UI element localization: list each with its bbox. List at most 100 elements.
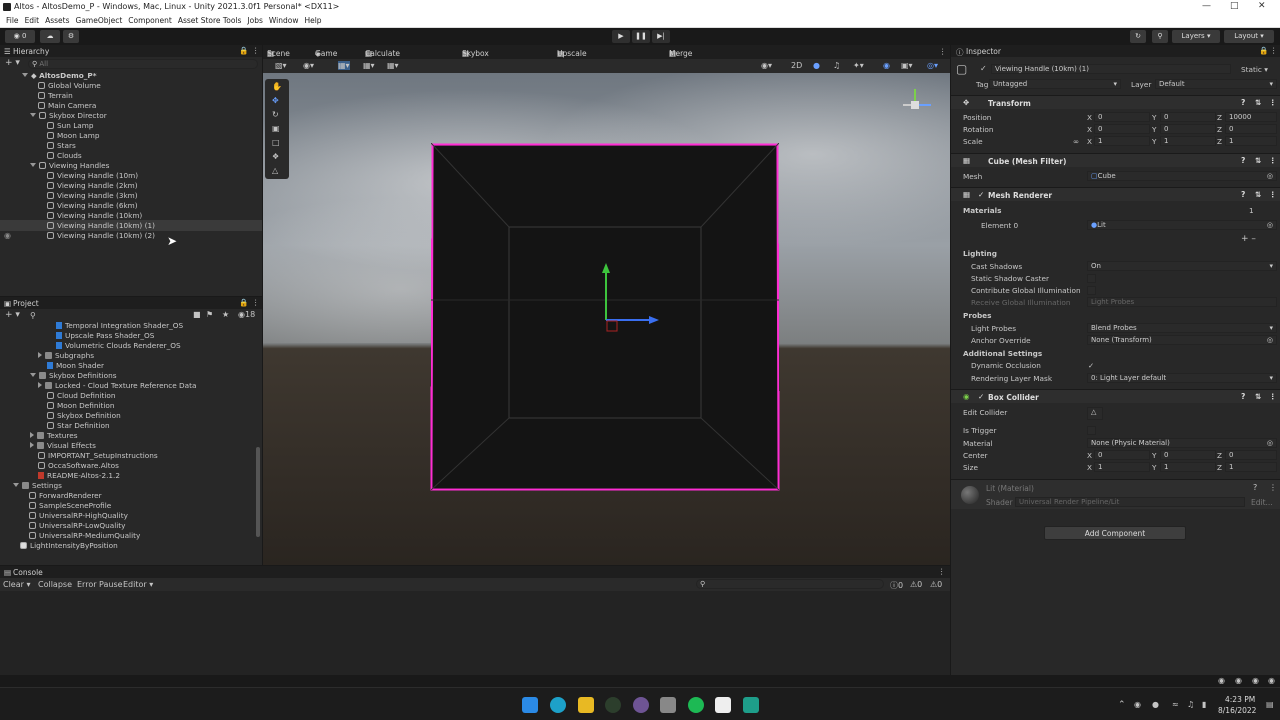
object-picker-icon[interactable]: ◎ [1267,439,1273,447]
project-scrollbar[interactable] [256,447,260,537]
contribute-gi-checkbox[interactable] [1087,286,1096,295]
move-gizmo[interactable] [593,258,673,338]
box-collider-header[interactable]: ◉ ✓ Box Collider ? ⇅ ⋮ [951,389,1280,403]
project-folder[interactable]: Visual Effects [30,441,96,451]
snap-increment-icon[interactable]: ▦▾ [387,61,399,70]
static-toggle[interactable]: Static ▾ [1241,65,1268,74]
anchor-override-field[interactable]: None (Transform) ◎ [1087,335,1277,345]
hidden-objects-icon[interactable]: ◉ [883,61,890,70]
grid-snap-icon[interactable]: ▦▾ [338,61,350,70]
project-item[interactable]: Volumetric Clouds Renderer_OS [56,341,181,351]
2d-toggle-icon[interactable]: 2D [791,61,802,70]
cast-shadows-dropdown[interactable]: On ▾ [1087,261,1277,271]
effects-toggle-icon[interactable]: ✦▾ [853,61,864,70]
expand-icon[interactable] [30,163,36,167]
tray-app-icon[interactable]: ◉ [1134,700,1141,709]
inspector-title[interactable]: Inspector [966,47,1001,56]
unity-hub-icon[interactable] [743,697,759,713]
filter-label-icon[interactable]: ⚑ [206,310,213,319]
mesh-renderer-header[interactable]: ▦ ✓ Mesh Renderer ? ⇅ ⋮ [951,187,1280,201]
status-icon-3[interactable]: ◉ [1252,676,1259,685]
preset-icon[interactable]: ⇅ [1255,98,1261,107]
help-icon[interactable]: ? [1241,98,1245,107]
grid-icon[interactable]: ▦▾ [363,61,375,70]
hierarchy-item[interactable]: Skybox Director [30,111,107,121]
mesh-field[interactable]: ▢Cube ◎ [1087,171,1277,181]
status-icon-2[interactable]: ◉ [1235,676,1242,685]
material-section[interactable]: Lit (Material) Shader Universal Render P… [951,479,1280,509]
center-y-field[interactable]: 0 [1160,450,1216,460]
project-item[interactable]: ForwardRenderer [29,491,102,501]
history-button[interactable]: ↻ [1130,30,1146,43]
volume-icon[interactable]: ♫ [1187,700,1194,709]
menu-kebab-icon[interactable]: ⋮ [938,567,946,576]
search-icon[interactable]: ⚲ [30,311,36,320]
project-item[interactable]: IMPORTANT_SetupInstructions [38,451,158,461]
menu-kebab-icon[interactable]: ⋮ [1270,46,1278,55]
hierarchy-item[interactable]: Viewing Handle (10km) (2) [47,231,155,241]
position-y-field[interactable]: 0 [1160,112,1216,122]
component-menu-icon[interactable]: ⋮ [1269,156,1277,165]
object-name-field[interactable]: Viewing Handle (10km) (1) [991,64,1231,74]
rotation-z-field[interactable]: 0 [1225,124,1277,134]
project-item[interactable]: LightIntensityByPosition [20,541,118,551]
help-icon[interactable]: ? [1241,392,1245,401]
menu-asset-store-tools[interactable]: Asset Store Tools [178,16,242,25]
menu-assets[interactable]: Assets [45,16,69,25]
collab-button[interactable]: ⚙ [63,30,79,43]
constrain-proportions-icon[interactable]: ∞ [1073,137,1079,146]
project-folder[interactable]: Textures [30,431,78,441]
shader-edit-button[interactable]: Edit... [1251,498,1273,507]
scene-viewport[interactable]: ✋ ✥ ↻ ▣ □ ❖ △ [263,73,950,565]
rotation-y-field[interactable]: 0 [1160,124,1216,134]
component-menu-icon[interactable]: ⋮ [1269,483,1277,492]
clock-time[interactable]: 4:23 PM [1225,695,1255,704]
mesh-filter-header[interactable]: ▦ Cube (Mesh Filter) ? ⇅ ⋮ [951,153,1280,167]
object-picker-icon[interactable]: ◎ [1267,336,1273,344]
favorite-icon[interactable]: ★ [222,310,229,319]
hierarchy-item[interactable]: Viewing Handles [30,161,109,171]
active-checkbox[interactable]: ✓ [980,64,987,73]
hierarchy-title[interactable]: Hierarchy [13,47,49,56]
pause-button[interactable]: ❚❚ [632,30,650,43]
hierarchy-item-selected[interactable]: Viewing Handle (10km) (1) [47,221,155,231]
hierarchy-item[interactable]: Main Camera [38,101,96,111]
hierarchy-item[interactable]: Global Volume [38,81,101,91]
console-search-input[interactable]: ⚲ [696,579,884,589]
rect-tool-icon[interactable]: □ [272,138,280,147]
project-item[interactable]: Moon Definition [47,401,115,411]
tray-chevron-icon[interactable]: ⌃ [1118,700,1126,710]
app-icon[interactable] [660,697,676,713]
project-item[interactable]: Cloud Definition [47,391,116,401]
battery-icon[interactable]: ▮ [1202,700,1206,709]
menu-component[interactable]: Component [128,16,172,25]
expand-icon[interactable] [38,352,42,358]
windows-start-icon[interactable] [522,697,538,713]
project-folder[interactable]: Settings [13,481,62,491]
project-item[interactable]: Moon Shader [47,361,104,371]
status-icon-4[interactable]: ◉ [1268,676,1275,685]
scale-tool-icon[interactable]: ▣ [272,124,280,133]
hierarchy-item[interactable]: Sun Lamp [47,121,93,131]
gizmo-pivot-icon[interactable]: ◉▾ [303,61,314,70]
add-button[interactable]: + ▾ [5,58,20,68]
expand-icon[interactable] [30,373,36,377]
static-shadow-checkbox[interactable] [1087,274,1096,283]
hierarchy-item-scene[interactable]: ◆ AltosDemo_P* [22,71,97,81]
custom-tool-icon[interactable]: △ [272,166,278,175]
size-y-field[interactable]: 1 [1160,462,1216,472]
edit-collider-button[interactable]: △ [1087,407,1103,420]
light-probes-dropdown[interactable]: Blend Probes ▾ [1087,323,1277,333]
wifi-icon[interactable]: ≈ [1172,700,1179,709]
shading-icon[interactable]: ◉▾ [761,61,772,70]
editor-dropdown[interactable]: Editor ▾ [123,580,153,589]
menu-window[interactable]: Window [269,16,299,25]
edge-browser-icon[interactable] [550,697,566,713]
component-menu-icon[interactable]: ⋮ [1269,98,1277,107]
microphone-icon[interactable]: ● [1152,700,1159,709]
hierarchy-item[interactable]: Viewing Handle (10m) [47,171,138,181]
position-x-field[interactable]: 0 [1094,112,1150,122]
expand-icon[interactable] [38,382,42,388]
position-z-field[interactable]: 10000 [1225,112,1277,122]
hierarchy-item[interactable]: Viewing Handle (2km) [47,181,138,191]
